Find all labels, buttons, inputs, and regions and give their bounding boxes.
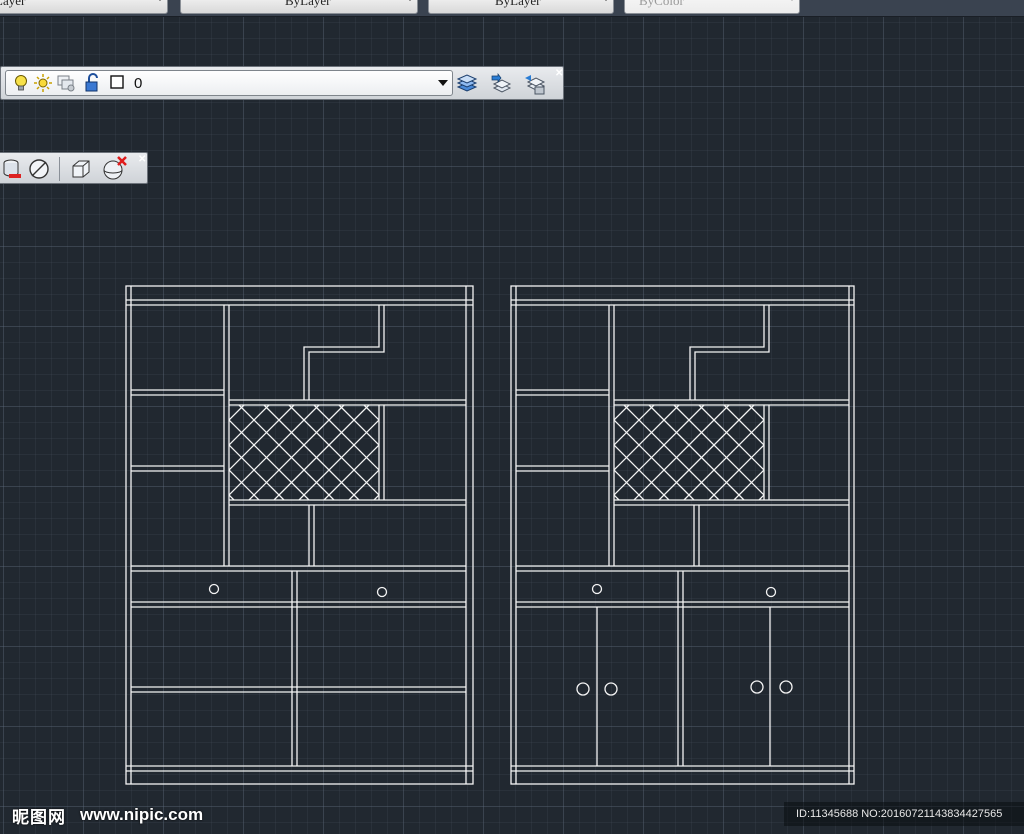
watermark-id: ID:11345688 NO:20160721143834427565 bbox=[784, 802, 1024, 826]
watermark-site: www.nipic.com bbox=[80, 805, 204, 824]
cabinet-left bbox=[125, 285, 474, 785]
watermark-logo: 昵图网 bbox=[12, 808, 66, 828]
cabinet-right bbox=[510, 285, 855, 785]
cad-drawing bbox=[125, 285, 855, 785]
